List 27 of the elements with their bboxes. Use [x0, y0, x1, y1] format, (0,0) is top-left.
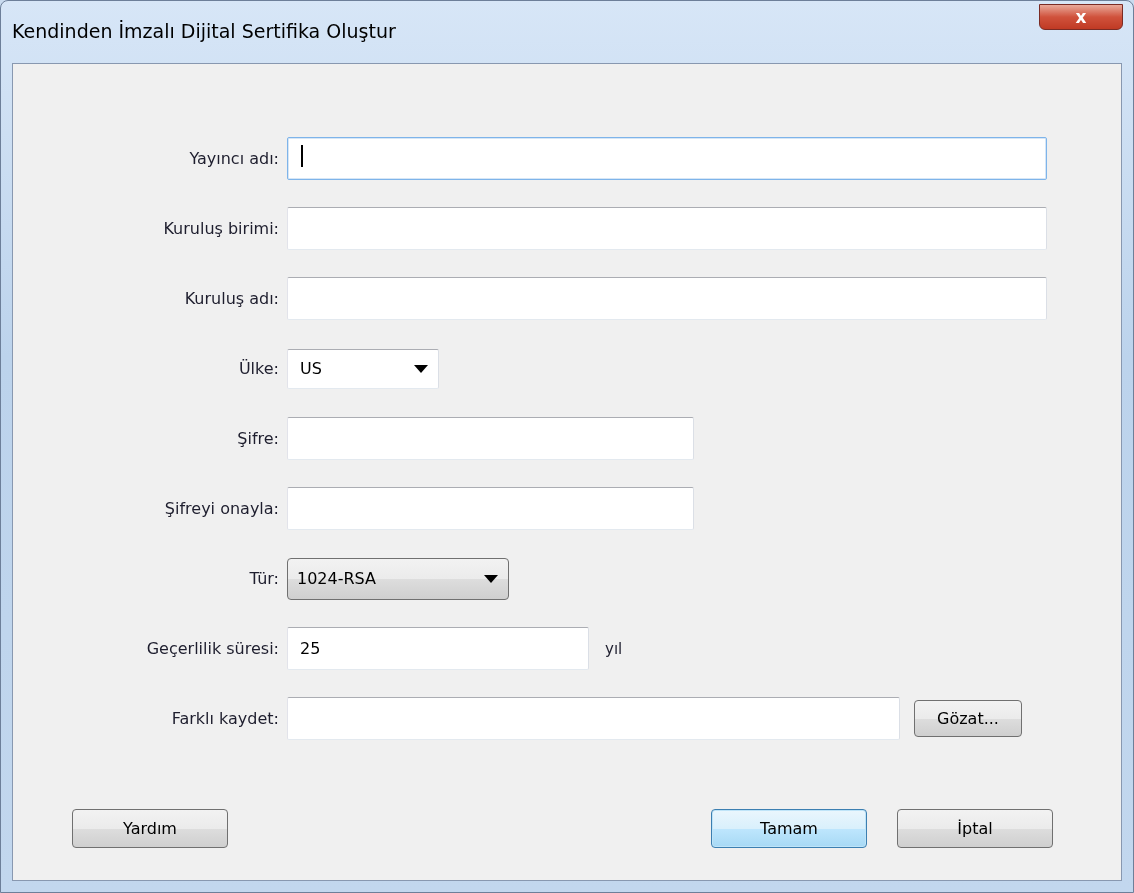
field-label: Tür: — [248, 569, 280, 588]
dropdown[interactable]: US — [287, 348, 439, 389]
help-button[interactable]: Yardım — [72, 809, 228, 848]
browse-button[interactable]: Gözat... — [914, 700, 1022, 737]
close-button[interactable]: x — [1039, 4, 1123, 30]
dropdown[interactable]: 1024-RSA — [287, 557, 509, 600]
window-title: Kendinden İmzalı Dijital Sertifika Oluştur — [12, 20, 396, 42]
field-label: Kuruluş adı: — [183, 289, 280, 308]
dropdown-arrow-icon — [414, 364, 428, 373]
text-field[interactable] — [287, 417, 694, 460]
text-field[interactable] — [287, 697, 900, 740]
dialog-button[interactable]: Tamam — [711, 809, 867, 848]
text-field[interactable] — [287, 277, 1047, 320]
field-label: Yayıncı adı: — [188, 149, 280, 168]
dialog-button[interactable]: İptal — [897, 809, 1053, 848]
field-label: Şifre: — [236, 429, 280, 448]
text-field[interactable] — [287, 137, 1047, 180]
field-label: Geçerlilik süresi: — [145, 639, 280, 658]
field-label: Ülke: — [237, 359, 280, 378]
text-field[interactable] — [287, 487, 694, 530]
field-label: Farklı kaydet: — [170, 709, 280, 728]
dropdown-arrow-icon — [484, 574, 498, 583]
field-label: Şifreyi onayla: — [163, 499, 280, 518]
unit-label: yıl — [605, 639, 623, 658]
text-field[interactable]: 25 — [287, 627, 589, 670]
text-field[interactable] — [287, 207, 1047, 250]
field-label: Kuruluş birimi: — [162, 219, 280, 238]
